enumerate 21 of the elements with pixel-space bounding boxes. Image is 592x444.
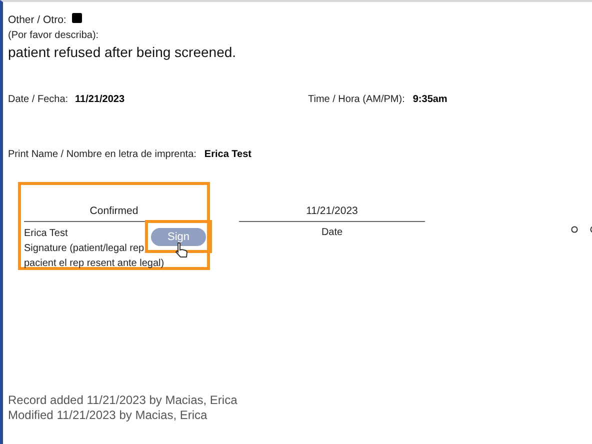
pointer-cursor-icon bbox=[173, 242, 189, 260]
field-value: patient refused after being screened. bbox=[8, 44, 238, 60]
field-label: Time / Hora (AM/PM): bbox=[308, 94, 405, 105]
date-value: 11/21/2023 bbox=[239, 205, 425, 222]
signer-name: Erica Test bbox=[24, 227, 68, 241]
sign-button[interactable]: Sign bbox=[151, 228, 206, 246]
checkbox[interactable] bbox=[72, 12, 82, 22]
field-value: 9:35am bbox=[412, 94, 448, 105]
circle-icon bbox=[571, 226, 578, 233]
signature-caption: pacient el rep resent ante legal) bbox=[24, 257, 164, 271]
field-value: 11/21/2023 bbox=[75, 94, 125, 105]
field-label: Date / Fecha: bbox=[8, 94, 68, 105]
date-caption: Date bbox=[320, 227, 344, 238]
signature-status: Confirmed bbox=[24, 205, 204, 222]
field-label: (Por favor describa): bbox=[8, 30, 100, 41]
field-label: Other / Otro: bbox=[8, 14, 66, 26]
record-info: Modified 11/21/2023 by Macias, Erica bbox=[8, 408, 208, 423]
field-value: Erica Test bbox=[204, 149, 252, 160]
record-info: Record added 11/21/2023 by Macias, Erica bbox=[8, 393, 238, 408]
field-label: Print Name / Nombre en letra de imprenta: bbox=[8, 149, 196, 160]
signature-caption: Signature (patient/legal rep bbox=[24, 242, 144, 256]
